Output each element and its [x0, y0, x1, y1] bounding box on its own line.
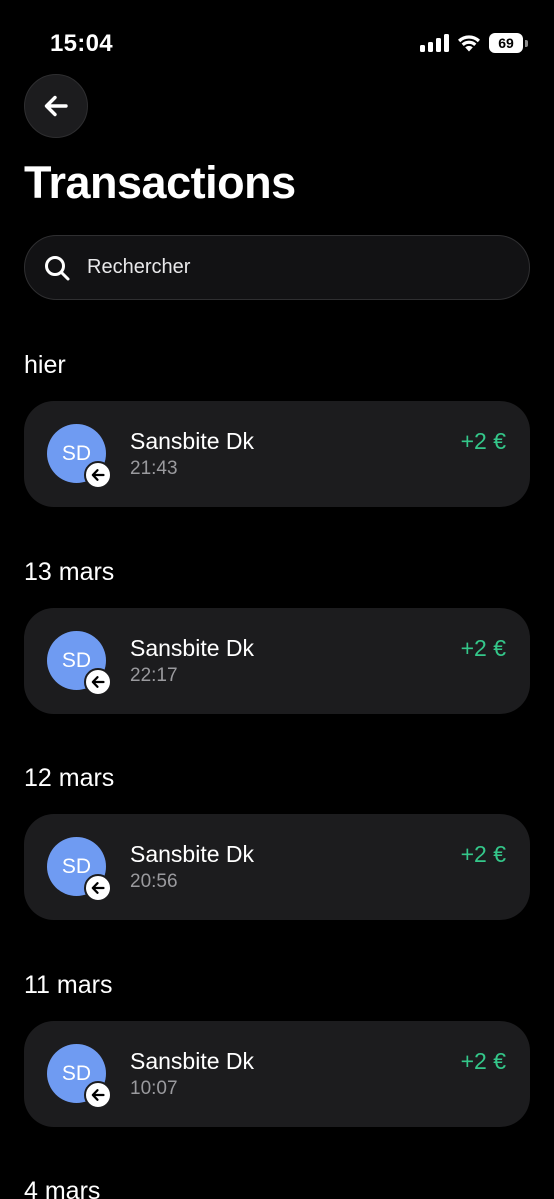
transactions-screen: 15:04 69 Transactions Rechercher hier SD… — [0, 0, 554, 1199]
search-input[interactable] — [87, 256, 529, 279]
battery-icon: 69 — [489, 33, 528, 53]
transaction-amount: +2 € — [460, 1048, 506, 1074]
arrow-left-icon — [44, 95, 68, 117]
incoming-arrow-icon — [84, 461, 112, 489]
section-date: 4 mars — [24, 1177, 101, 1199]
section-date: 11 mars — [24, 971, 113, 999]
transaction-time: 22:17 — [130, 665, 178, 686]
incoming-arrow-icon — [84, 668, 112, 696]
status-time: 15:04 — [50, 30, 113, 57]
transaction-amount: +2 € — [460, 635, 506, 661]
status-icons: 69 — [420, 32, 528, 54]
search-bar[interactable] — [24, 235, 530, 300]
transaction-amount: +2 € — [460, 428, 506, 454]
incoming-arrow-icon — [84, 874, 112, 902]
transaction-name: Sansbite Dk — [130, 1048, 255, 1074]
signal-icon — [420, 34, 449, 52]
transaction-card[interactable]: SD Sansbite Dk 21:43 +2 € — [24, 401, 530, 507]
search-icon — [43, 254, 71, 282]
transaction-card[interactable]: SD Sansbite Dk 22:17 +2 € — [24, 608, 530, 714]
transaction-name: Sansbite Dk — [130, 841, 255, 867]
status-bar: 15:04 69 — [0, 0, 554, 80]
section-date: 13 mars — [24, 558, 115, 586]
back-button[interactable] — [24, 74, 88, 138]
transaction-card[interactable]: SD Sansbite Dk 10:07 +2 € — [24, 1021, 530, 1127]
wifi-icon — [457, 34, 481, 52]
battery-level: 69 — [489, 33, 523, 53]
transaction-time: 21:43 — [130, 458, 178, 479]
transaction-time: 20:56 — [130, 871, 178, 892]
transaction-card[interactable]: SD Sansbite Dk 20:56 +2 € — [24, 814, 530, 920]
transaction-amount: +2 € — [460, 841, 506, 867]
transaction-name: Sansbite Dk — [130, 428, 255, 454]
incoming-arrow-icon — [84, 1081, 112, 1109]
section-date: hier — [24, 351, 66, 379]
section-date: 12 mars — [24, 764, 115, 792]
page-title: Transactions — [24, 157, 296, 208]
transaction-time: 10:07 — [130, 1078, 178, 1099]
transaction-name: Sansbite Dk — [130, 635, 255, 661]
